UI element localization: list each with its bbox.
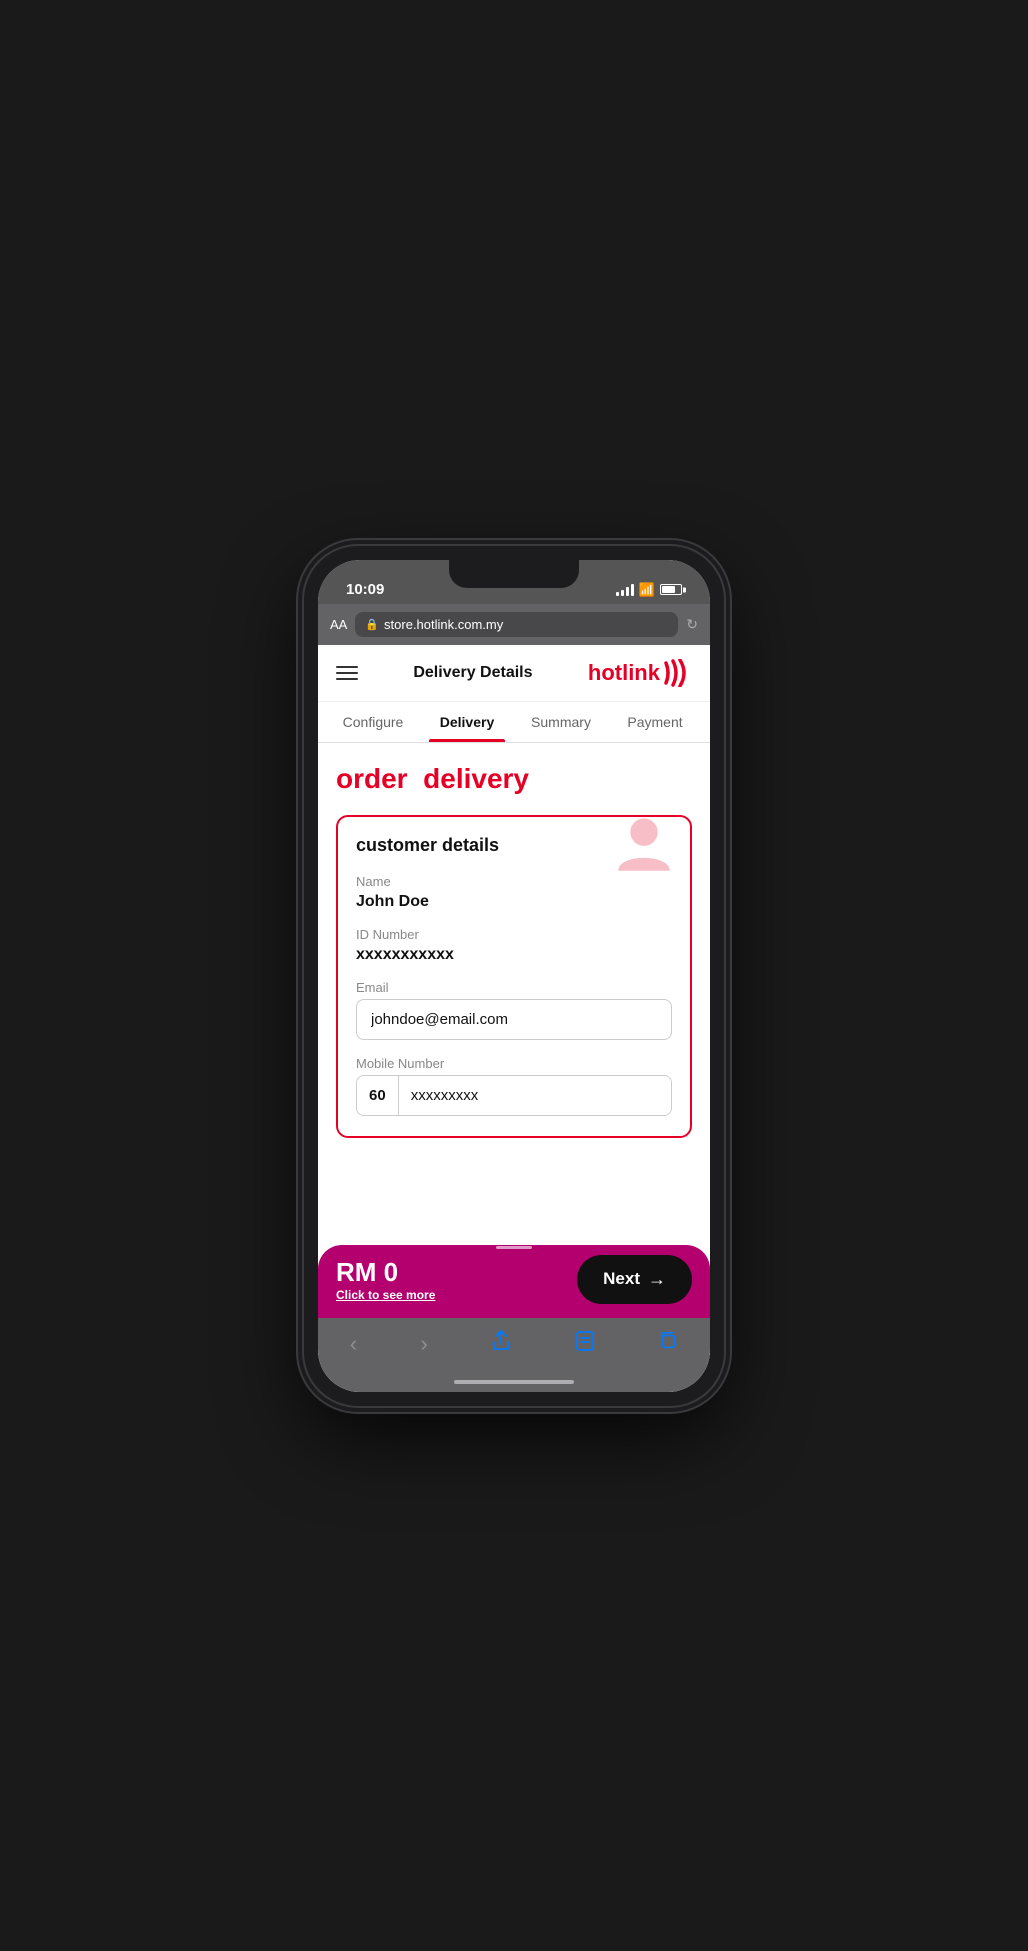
tab-bar: Configure Delivery Summary Payment <box>318 702 710 743</box>
email-label: Email <box>356 980 672 995</box>
bottom-bar: RM 0 Click to see more Next → <box>318 1245 710 1318</box>
name-label: Name <box>356 874 672 889</box>
phone-screen: 10:09 📶 AA 🔒 store.hotlink.com.my <box>318 560 710 1392</box>
price-amount: RM 0 <box>336 1257 435 1288</box>
customer-details-card: customer details Name John Doe ID Number… <box>336 815 692 1138</box>
main-area: order delivery customer details Name Joh <box>318 743 710 1245</box>
price-section: RM 0 Click to see more <box>336 1257 435 1302</box>
hotlink-logo: hotlink <box>588 659 692 687</box>
share-button[interactable] <box>479 1326 523 1362</box>
email-input[interactable] <box>356 999 672 1040</box>
battery-icon <box>660 584 682 595</box>
signal-icon <box>616 584 634 596</box>
status-icons: 📶 <box>616 582 682 598</box>
safari-nav-bar: ‹ › <box>318 1318 710 1376</box>
browser-url-bar[interactable]: 🔒 store.hotlink.com.my <box>355 612 678 637</box>
country-code: 60 <box>357 1076 399 1115</box>
arrow-right-icon: → <box>648 1269 666 1290</box>
hamburger-menu[interactable] <box>336 666 358 680</box>
next-button[interactable]: Next → <box>577 1255 692 1304</box>
phone-frame: 10:09 📶 AA 🔒 store.hotlink.com.my <box>304 546 724 1406</box>
browser-aa-label[interactable]: AA <box>330 617 347 632</box>
back-button[interactable]: ‹ <box>338 1327 369 1361</box>
page-content: Delivery Details hotlink Configure Deliv… <box>318 645 710 1392</box>
id-label: ID Number <box>356 927 672 942</box>
home-bar <box>454 1380 574 1384</box>
browser-bar: AA 🔒 store.hotlink.com.my ↻ <box>318 604 710 645</box>
wifi-icon: 📶 <box>639 582 655 598</box>
mobile-label: Mobile Number <box>356 1056 672 1071</box>
bookmarks-button[interactable] <box>563 1326 607 1362</box>
notch <box>449 560 579 588</box>
status-time: 10:09 <box>346 581 384 598</box>
click-to-see-more[interactable]: Click to see more <box>336 1288 435 1302</box>
id-value: xxxxxxxxxxx <box>356 946 672 964</box>
tab-summary[interactable]: Summary <box>514 702 608 742</box>
mobile-number-input[interactable] <box>399 1076 671 1115</box>
mobile-input-row: 60 <box>356 1075 672 1116</box>
logo-waves-icon <box>660 659 692 687</box>
forward-button[interactable]: › <box>409 1327 440 1361</box>
drag-handle <box>496 1241 532 1249</box>
tab-payment[interactable]: Payment <box>608 702 702 742</box>
tab-configure[interactable]: Configure <box>326 702 420 742</box>
home-indicator <box>318 1376 710 1392</box>
header-title: Delivery Details <box>413 664 532 682</box>
customer-avatar-icon <box>614 815 674 875</box>
refresh-icon[interactable]: ↻ <box>686 616 698 633</box>
page-heading: order delivery <box>336 763 692 795</box>
app-header: Delivery Details hotlink <box>318 645 710 702</box>
tabs-button[interactable] <box>646 1326 690 1362</box>
heading-black: order <box>336 763 408 794</box>
tab-delivery[interactable]: Delivery <box>420 702 514 742</box>
next-label: Next <box>603 1269 640 1289</box>
logo-text: hotlink <box>588 660 660 686</box>
heading-red: delivery <box>423 763 529 794</box>
name-value: John Doe <box>356 893 672 911</box>
browser-url-text: store.hotlink.com.my <box>384 617 503 632</box>
lock-icon: 🔒 <box>365 618 379 631</box>
